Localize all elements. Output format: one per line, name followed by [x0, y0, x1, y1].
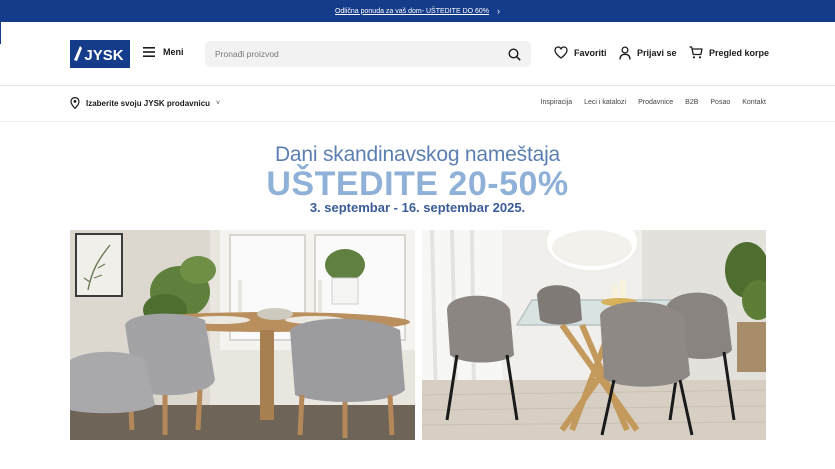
sub-navigation: Izaberite svoju JYSK prodavnicu ˅ Inspir…: [0, 86, 835, 122]
nav-link-b2b[interactable]: B2B: [685, 99, 698, 106]
hero-dates: 3. septembar - 16. septembar 2025.: [309, 200, 526, 215]
jysk-logo-mark: JYSK: [74, 46, 124, 64]
menu-button[interactable]: Meni: [143, 47, 184, 57]
hero-banner-text[interactable]: Dani skandinavskog nameštaja UŠTEDITE 20…: [0, 143, 835, 216]
cart-button[interactable]: Pregled korpe: [689, 46, 769, 59]
jysk-logo[interactable]: JYSK: [70, 40, 130, 68]
hamburger-icon: [143, 47, 155, 57]
nav-link-inspiracija[interactable]: Inspiracija: [541, 99, 573, 106]
nav-link-prodavnice[interactable]: Prodavnice: [638, 99, 673, 106]
login-label: Prijavi se: [637, 48, 677, 58]
location-pin-icon: [70, 97, 80, 109]
search-button[interactable]: [508, 47, 521, 61]
cart-icon: [689, 46, 703, 59]
heart-icon: [554, 46, 568, 59]
favorites-label: Favoriti: [574, 47, 607, 58]
user-icon: [619, 46, 631, 60]
favorites-button[interactable]: Favoriti: [554, 46, 607, 59]
login-button[interactable]: Prijavi se: [619, 46, 677, 60]
logo-text: JYSK: [84, 47, 123, 64]
site-header: JYSK Meni Favoriti Prijavi se: [0, 22, 835, 86]
search-box: [205, 41, 531, 67]
nav-link-kontakt[interactable]: Kontakt: [742, 99, 766, 106]
search-input[interactable]: [215, 49, 508, 59]
menu-label: Meni: [163, 47, 184, 57]
hero-image-right[interactable]: [422, 230, 766, 440]
dining-room-photo-right: [422, 230, 766, 440]
secondary-links: Inspiracija Leci i katalozi Prodavnice B…: [541, 99, 766, 106]
chevron-down-icon: ˅: [216, 99, 221, 107]
nav-link-posao[interactable]: Posao: [710, 99, 730, 106]
chevron-right-icon[interactable]: ›: [497, 6, 500, 16]
hero-title: UŠTEDITE 20-50%: [266, 165, 569, 203]
nav-link-leci-i-katalozi[interactable]: Leci i katalozi: [584, 99, 626, 106]
dining-room-photo-left: [70, 230, 415, 440]
hero-subtitle: Dani skandinavskog nameštaja: [274, 143, 561, 166]
store-selector[interactable]: Izaberite svoju JYSK prodavnicu ˅: [70, 97, 220, 109]
promo-link[interactable]: Odlična ponuda za vaš dom- UŠTEDITE DO 6…: [335, 8, 489, 15]
cart-label: Pregled korpe: [709, 47, 770, 58]
promo-bar: Odlična ponuda za vaš dom- UŠTEDITE DO 6…: [0, 0, 835, 22]
search-icon: [508, 47, 521, 61]
store-selector-label: Izaberite svoju JYSK prodavnicu: [86, 98, 211, 108]
hero-image-left[interactable]: [70, 230, 415, 440]
